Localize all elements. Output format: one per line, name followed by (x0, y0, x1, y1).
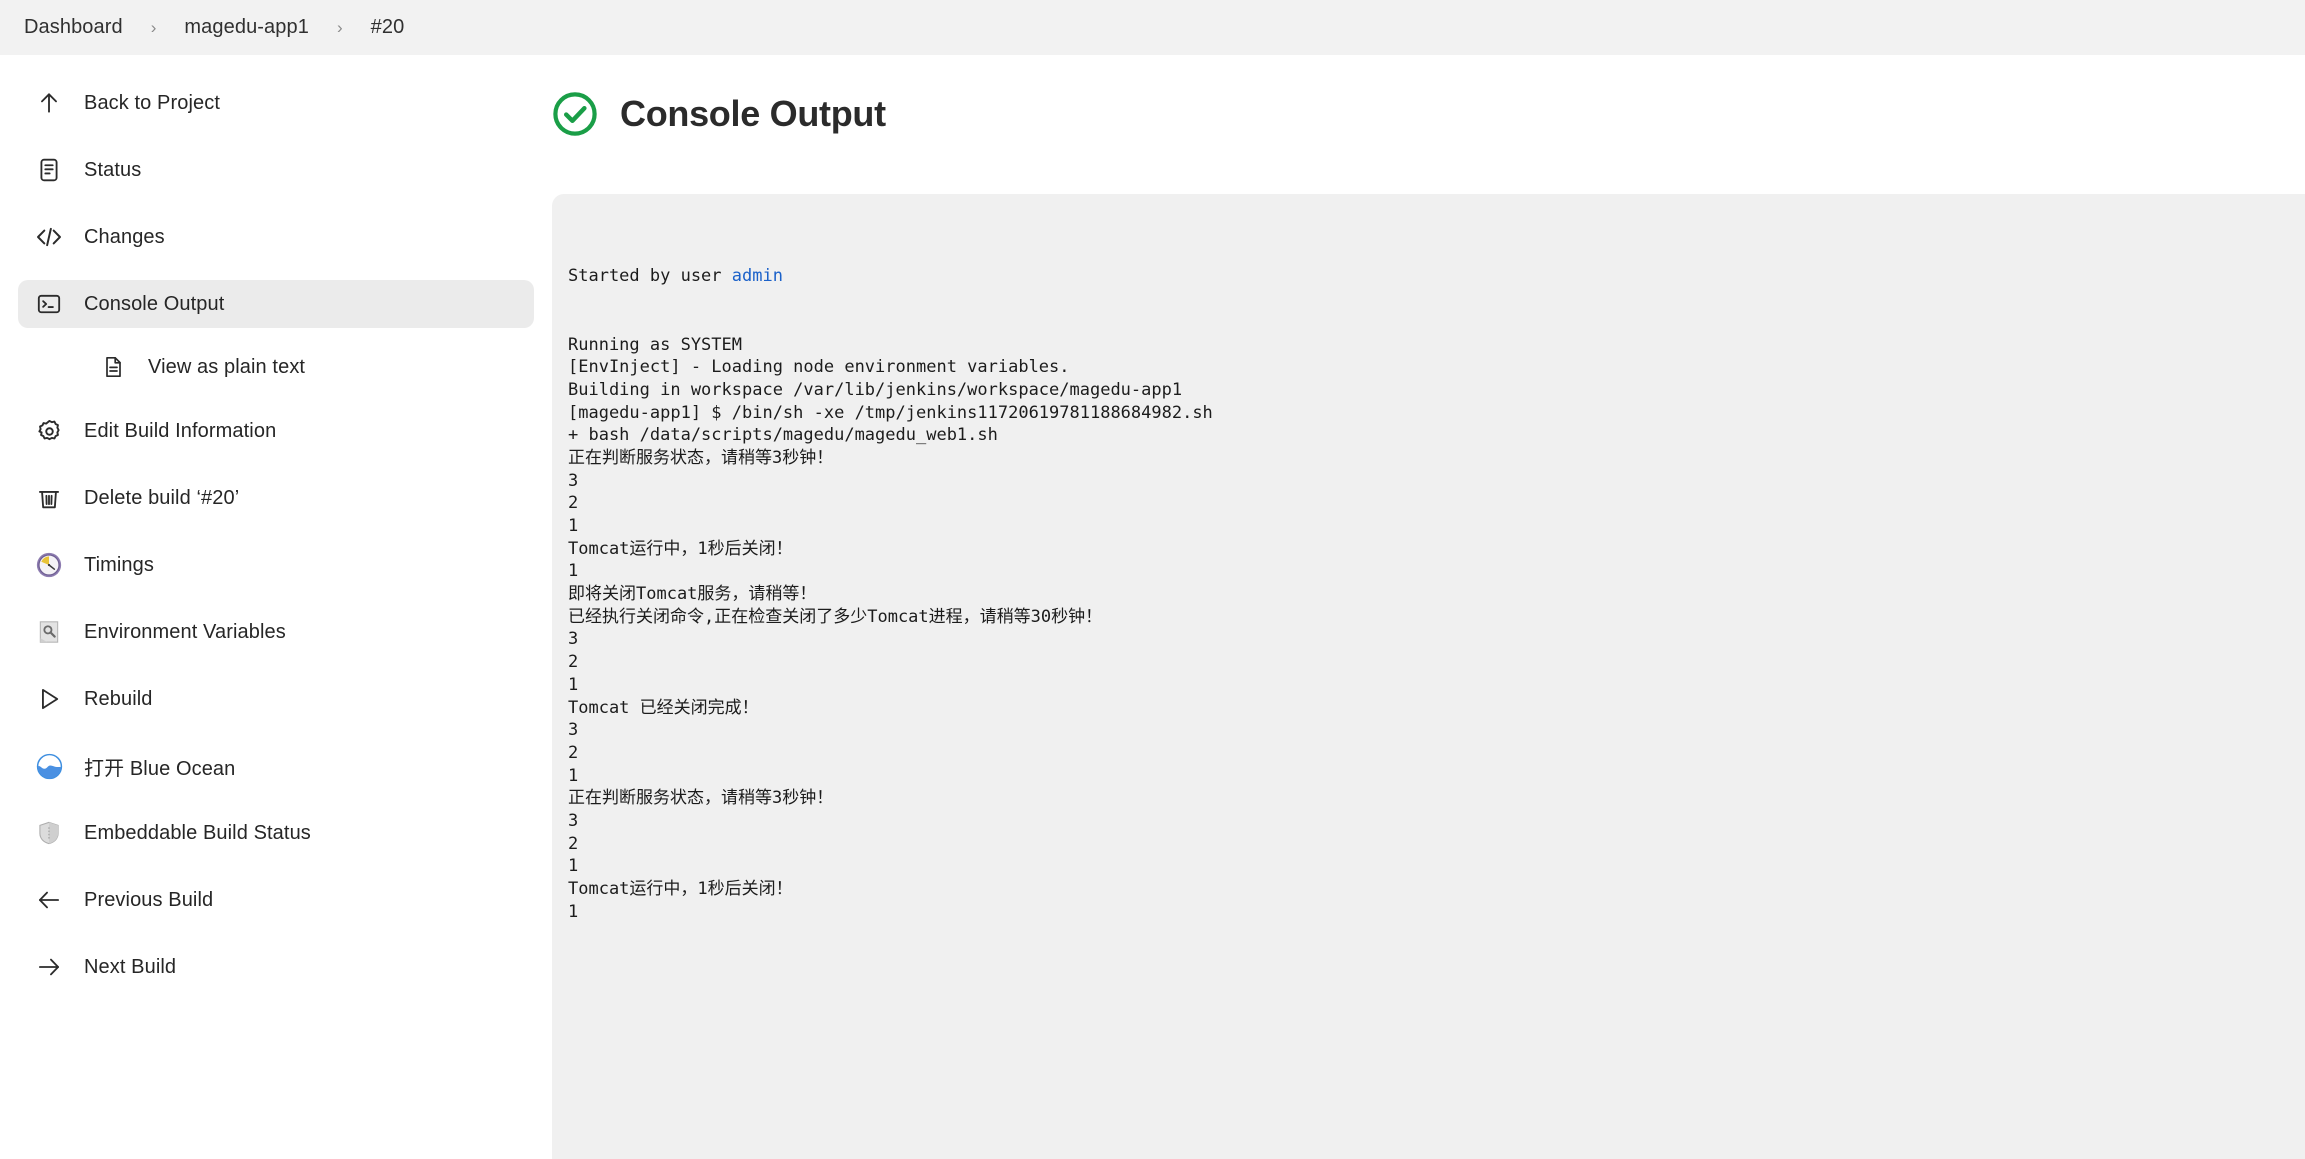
console-line: Building in workspace /var/lib/jenkins/w… (568, 379, 2305, 402)
sidebar-item-previous-build[interactable]: Previous Build (18, 876, 534, 924)
console-line: 3 (568, 810, 2305, 833)
code-brackets-icon (34, 222, 64, 252)
sidebar-item-label: Edit Build Information (84, 420, 276, 443)
clock-icon (34, 550, 64, 580)
console-line: Running as SYSTEM (568, 334, 2305, 357)
breadcrumb: Dashboard › magedu-app1 › #20 (0, 0, 2305, 55)
sidebar-item-label: Embeddable Build Status (84, 822, 311, 845)
sidebar-item-label: View as plain text (148, 356, 305, 379)
sidebar-item-label: Next Build (84, 956, 176, 979)
console-line: 1 (568, 674, 2305, 697)
console-line: 1 (568, 855, 2305, 878)
console-line: 2 (568, 833, 2305, 856)
document-status-icon (34, 155, 64, 185)
console-user-link[interactable]: admin (732, 266, 783, 286)
sidebar-item-timings[interactable]: Timings (18, 541, 534, 589)
console-line: 1 (568, 515, 2305, 538)
console-line: [EnvInject] - Loading node environment v… (568, 356, 2305, 379)
sidebar-item-status[interactable]: Status (18, 146, 534, 194)
console-started-by-prefix: Started by user (568, 266, 732, 286)
console-line: 3 (568, 628, 2305, 651)
console-line: Tomcat 已经关闭完成！ (568, 697, 2305, 720)
play-icon (34, 684, 64, 714)
main-content: Console Output Started by user admin Run… (552, 55, 2305, 1159)
sidebar-item-delete-build[interactable]: Delete build ‘#20’ (18, 474, 534, 522)
console-line: [magedu-app1] $ /bin/sh -xe /tmp/jenkins… (568, 402, 2305, 425)
page-title-row: Console Output (552, 79, 2305, 149)
console-line: 2 (568, 742, 2305, 765)
sidebar-item-label: Timings (84, 554, 154, 577)
blue-ocean-icon (34, 751, 64, 781)
console-line: Tomcat运行中，1秒后关闭！ (568, 878, 2305, 901)
console-line: 正在判断服务状态，请稍等3秒钟！ (568, 447, 2305, 470)
sidebar-item-label: Delete build ‘#20’ (84, 487, 239, 510)
arrow-right-icon (34, 952, 64, 982)
trash-icon (34, 483, 64, 513)
sidebar-item-label: Previous Build (84, 889, 213, 912)
green-check-circle-icon (552, 91, 598, 137)
console-line: 即将关闭Tomcat服务，请稍等！ (568, 583, 2305, 606)
page-body: Back to Project Status Changes Console O… (0, 55, 2305, 1119)
console-line: 2 (568, 651, 2305, 674)
console-line: 正在判断服务状态，请稍等3秒钟！ (568, 787, 2305, 810)
shield-icon (34, 818, 64, 848)
sidebar-item-edit-build-information[interactable]: Edit Build Information (18, 407, 534, 455)
console-line: 2 (568, 492, 2305, 515)
sidebar-item-changes[interactable]: Changes (18, 213, 534, 261)
sidebar-item-label: Back to Project (84, 92, 220, 115)
console-line: 1 (568, 901, 2305, 924)
console-output-panel[interactable]: Started by user admin Running as SYSTEM[… (552, 194, 2305, 1159)
breadcrumb-separator-icon: › (315, 18, 365, 38)
sidebar-item-label: Status (84, 159, 141, 182)
console-line: Tomcat运行中，1秒后关闭！ (568, 538, 2305, 561)
console-line: + bash /data/scripts/magedu/magedu_web1.… (568, 424, 2305, 447)
terminal-icon (34, 289, 64, 319)
console-line: 1 (568, 765, 2305, 788)
sidebar-item-label: Environment Variables (84, 621, 286, 644)
console-line: 1 (568, 560, 2305, 583)
sidebar-item-label: 打开 Blue Ocean (84, 752, 235, 781)
sidebar-item-label: Changes (84, 226, 165, 249)
console-line: 已经执行关闭命令,正在检查关闭了多少Tomcat进程，请稍等30秒钟！ (568, 606, 2305, 629)
console-line: 3 (568, 719, 2305, 742)
environment-variables-icon (34, 617, 64, 647)
page-title: Console Output (620, 93, 886, 135)
sidebar-item-label: Rebuild (84, 688, 153, 711)
sidebar-item-rebuild[interactable]: Rebuild (18, 675, 534, 723)
gear-icon (34, 416, 64, 446)
breadcrumb-build[interactable]: #20 (365, 12, 411, 43)
breadcrumb-separator-icon: › (129, 18, 179, 38)
console-log: Started by user admin Running as SYSTEM[… (568, 220, 2305, 969)
sidebar-item-label: Console Output (84, 293, 224, 316)
sidebar-item-back-to-project[interactable]: Back to Project (18, 79, 534, 127)
arrow-left-icon (34, 885, 64, 915)
sidebar-item-console-output[interactable]: Console Output (18, 280, 534, 328)
sidebar-item-open-blue-ocean[interactable]: 打开 Blue Ocean (18, 742, 534, 790)
console-line: 3 (568, 470, 2305, 493)
arrow-up-icon (34, 88, 64, 118)
sidebar-item-view-as-plain-text[interactable]: View as plain text (82, 347, 534, 387)
console-lines: Running as SYSTEM[EnvInject] - Loading n… (568, 334, 2305, 924)
breadcrumb-dashboard[interactable]: Dashboard (18, 12, 129, 43)
plain-text-document-icon (98, 352, 128, 382)
console-line-started-by: Started by user admin (568, 265, 2305, 288)
sidebar-item-next-build[interactable]: Next Build (18, 943, 534, 991)
breadcrumb-project[interactable]: magedu-app1 (178, 12, 315, 43)
sidebar: Back to Project Status Changes Console O… (0, 55, 552, 1010)
sidebar-item-embeddable-build-status[interactable]: Embeddable Build Status (18, 809, 534, 857)
sidebar-item-environment-variables[interactable]: Environment Variables (18, 608, 534, 656)
